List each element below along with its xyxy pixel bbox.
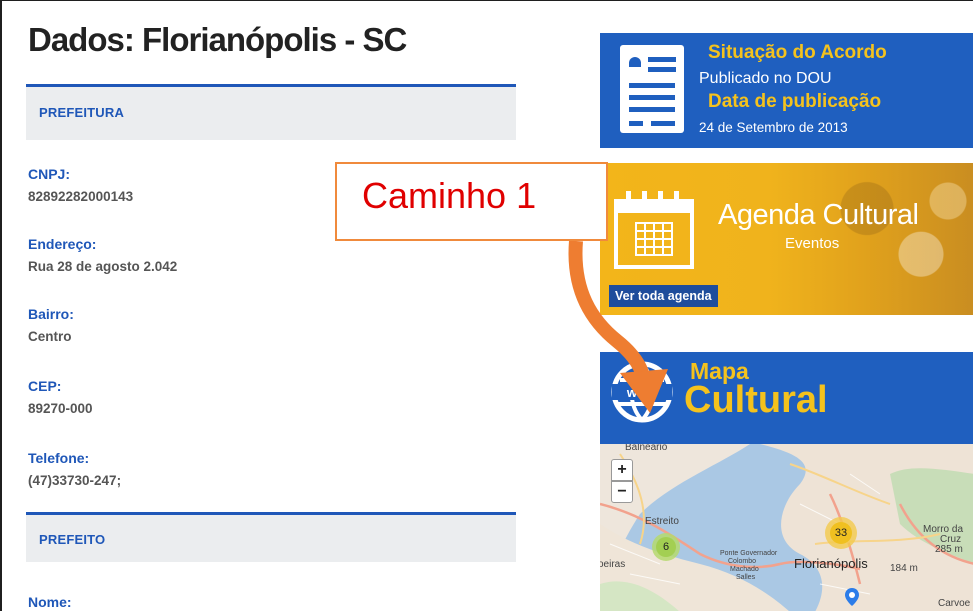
field-endereco: Endereço: Rua 28 de agosto 2.042 [28, 236, 177, 274]
map-label: Balneário [625, 444, 668, 453]
agenda-title: Agenda Cultural [718, 199, 919, 231]
map-view[interactable]: Balneário Estreito oeiras Ponte Governad… [600, 444, 973, 611]
agenda-subtitle: Eventos [785, 235, 840, 252]
section-label-prefeito: PREFEITO [39, 532, 106, 547]
field-cnpj: CNPJ: 82892282000143 [28, 166, 133, 204]
field-value: (47)33730-247; [28, 473, 122, 488]
field-label: Telefone: [28, 450, 90, 466]
zoom-in-button[interactable]: + [611, 459, 633, 481]
field-bairro: Bairro: Centro [28, 306, 74, 344]
field-label: CNPJ: [28, 166, 71, 182]
map-label-city: Florianópolis [794, 556, 868, 571]
map-cluster[interactable]: 6 [659, 540, 673, 554]
map-pin-icon[interactable] [845, 588, 859, 606]
acordo-status: Publicado no DOU [699, 70, 832, 87]
map-label: Estreito [645, 516, 679, 527]
map-label: Machado [730, 566, 759, 573]
mapa-title-big: Cultural [684, 379, 828, 421]
page-title: Dados: Florianópolis - SC [28, 21, 407, 58]
map-label: oeiras [600, 559, 626, 570]
map-label: Carvoe [938, 598, 971, 609]
field-value: 82892282000143 [28, 189, 134, 204]
field-value: 89270-000 [28, 401, 93, 416]
acordo-card[interactable]: Situação do Acordo Publicado no DOU Data… [600, 33, 973, 148]
annotation-arrow [568, 241, 668, 413]
field-telefone: Telefone: (47)33730-247; [28, 450, 121, 488]
map-label: Salles [736, 574, 756, 581]
section-prefeito: PREFEITO [26, 512, 516, 562]
acordo-title: Situação do Acordo [708, 42, 887, 63]
section-label-prefeitura: PREFEITURA [39, 105, 125, 120]
acordo-date-label: Data de publicação [708, 91, 882, 112]
section-prefeitura: PREFEITURA [26, 84, 516, 140]
map-label: Ponte Governador [720, 550, 778, 557]
map-label: 184 m [890, 563, 918, 574]
field-nome: Nome: [28, 594, 72, 610]
document-icon [620, 45, 684, 133]
field-label: Endereço: [28, 236, 97, 252]
field-label: Bairro: [28, 306, 74, 322]
annotation-label: Caminho 1 [362, 175, 537, 216]
map-label: 285 m [935, 544, 963, 555]
map-tiles [600, 444, 973, 611]
field-value: Rua 28 de agosto 2.042 [28, 259, 178, 274]
acordo-date: 24 de Setembro de 2013 [699, 120, 848, 135]
field-label: CEP: [28, 378, 62, 394]
annotation-box: Caminho 1 [335, 162, 608, 241]
zoom-out-button[interactable]: − [611, 481, 633, 503]
map-label: Colombo [728, 558, 757, 565]
field-value: Centro [28, 329, 72, 344]
map-cluster[interactable]: 33 [832, 526, 850, 540]
field-cep: CEP: 89270-000 [28, 378, 93, 416]
field-label: Nome: [28, 594, 72, 610]
